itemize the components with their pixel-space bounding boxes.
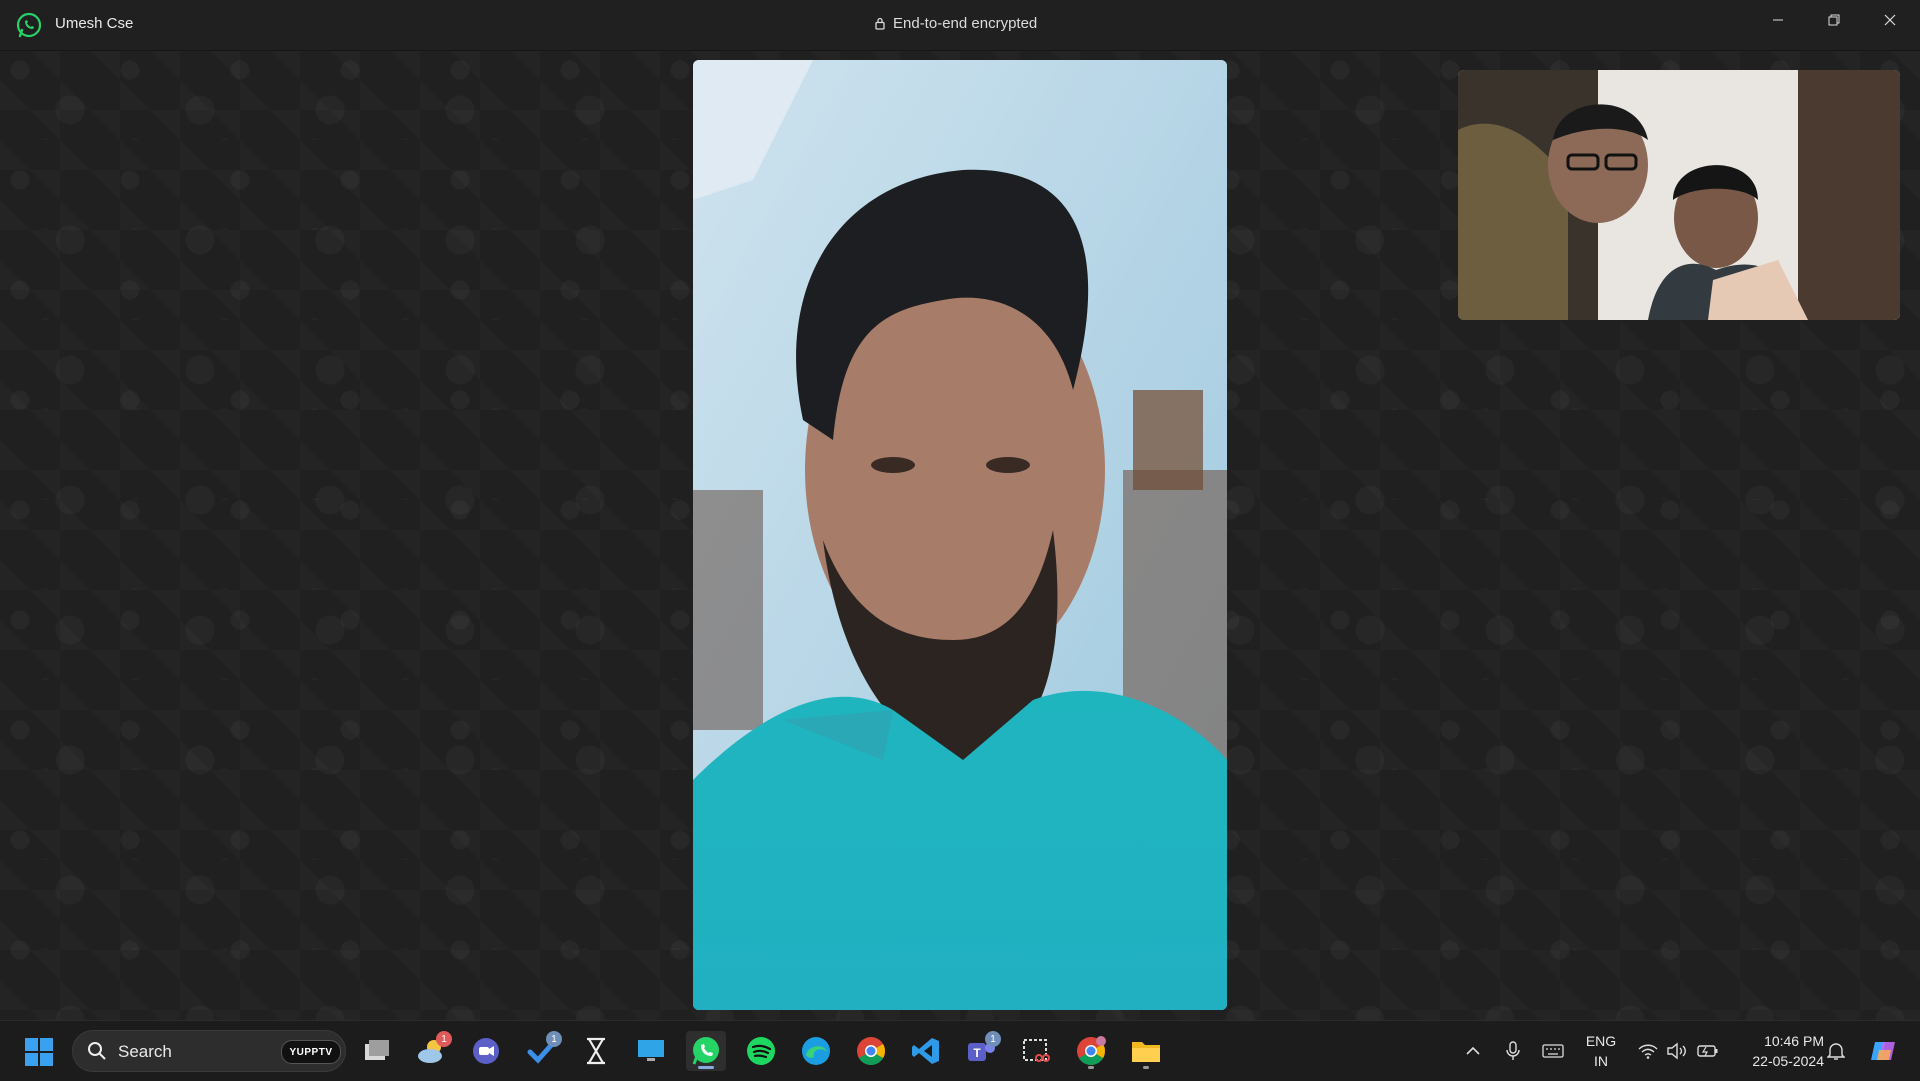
battery-icon — [1697, 1045, 1718, 1057]
copilot-button[interactable] — [1864, 1021, 1904, 1081]
bell-icon — [1827, 1043, 1845, 1060]
language-code: ENG — [1585, 1033, 1617, 1049]
chevron-up-icon — [1466, 1046, 1480, 1055]
self-video-frame — [1458, 70, 1900, 320]
contact-name: Umesh Cse — [55, 15, 134, 32]
speaker-icon — [1667, 1042, 1686, 1060]
chrome-icon — [857, 1037, 885, 1065]
restore-button[interactable] — [1806, 0, 1862, 40]
search-label: Search — [118, 1042, 172, 1061]
spotify-icon — [747, 1037, 775, 1065]
notifications-button[interactable] — [1822, 1021, 1850, 1081]
chrome-button[interactable] — [851, 1031, 891, 1071]
encryption-label: End-to-end encrypted — [893, 15, 1038, 32]
network-button[interactable] — [1636, 1021, 1660, 1081]
todo-button[interactable]: 1 — [522, 1031, 562, 1071]
restore-icon — [1828, 14, 1840, 26]
running-indicator — [1088, 1066, 1094, 1069]
taskbar: Search YUPPTV 1 1 T 1 ENG IN 10:46 PM 22… — [0, 1020, 1920, 1081]
snipping-tool-button[interactable] — [1016, 1031, 1056, 1071]
wifi-icon — [1638, 1044, 1658, 1059]
clock-time: 10:46 PM — [1764, 1033, 1824, 1049]
svg-text:T: T — [973, 1046, 981, 1060]
edge-button[interactable] — [796, 1031, 836, 1071]
minimize-icon — [1773, 19, 1783, 21]
copilot-icon — [1871, 1042, 1895, 1060]
microphone-button[interactable] — [1500, 1021, 1526, 1081]
remote-participant-video[interactable] — [693, 60, 1227, 1010]
volume-button[interactable] — [1664, 1021, 1690, 1081]
clock-date: 22-05-2024 — [1752, 1053, 1824, 1069]
self-preview-video[interactable] — [1458, 70, 1900, 320]
show-hidden-icons-button[interactable] — [1460, 1021, 1486, 1081]
desktop-icon — [638, 1040, 664, 1061]
teams-button[interactable]: T 1 — [961, 1031, 1001, 1071]
battery-button[interactable] — [1694, 1021, 1722, 1081]
snipping-tool-icon — [1023, 1039, 1050, 1062]
vscode-button[interactable] — [906, 1031, 946, 1071]
weather-button[interactable]: 1 — [412, 1031, 452, 1071]
microphone-icon — [1506, 1041, 1520, 1060]
title-bar: Umesh Cse End-to-end encrypted — [0, 0, 1920, 51]
remote-video-frame — [693, 60, 1227, 1010]
chrome-profile-button[interactable] — [1071, 1031, 1111, 1071]
whatsapp-taskbar-button[interactable] — [686, 1031, 726, 1071]
active-indicator — [698, 1066, 714, 1069]
whatsapp-icon — [692, 1037, 719, 1065]
search-highlight-badge: YUPPTV — [281, 1040, 341, 1064]
vscode-icon — [912, 1038, 939, 1064]
close-button[interactable] — [1862, 0, 1918, 40]
weather-badge: 1 — [436, 1031, 452, 1047]
teams-badge: 1 — [985, 1031, 1001, 1047]
zoom-button[interactable] — [466, 1031, 506, 1071]
zoom-icon — [473, 1038, 499, 1064]
close-icon — [1884, 14, 1896, 26]
spotify-button[interactable] — [741, 1031, 781, 1071]
file-explorer-icon — [1132, 1042, 1160, 1062]
edge-icon — [802, 1037, 830, 1065]
touch-keyboard-button[interactable] — [1538, 1021, 1568, 1081]
whatsapp-logo-icon — [16, 12, 42, 38]
clock[interactable]: 10:46 PM 22-05-2024 — [1734, 1031, 1824, 1071]
task-view-icon — [365, 1040, 389, 1060]
running-indicator — [1143, 1066, 1149, 1069]
hourglass-button[interactable] — [576, 1031, 616, 1071]
desktop-button[interactable] — [631, 1031, 671, 1071]
minimize-button[interactable] — [1750, 0, 1806, 40]
todo-badge: 1 — [546, 1031, 562, 1047]
task-view-button[interactable] — [357, 1031, 397, 1071]
chrome-profile-icon — [1077, 1036, 1106, 1065]
language-indicator[interactable]: ENG IN — [1580, 1031, 1622, 1071]
keyboard-icon — [1542, 1044, 1564, 1058]
encryption-status: End-to-end encrypted — [875, 15, 1037, 32]
search-icon — [88, 1042, 106, 1060]
taskbar-search-box[interactable]: Search YUPPTV — [72, 1030, 346, 1072]
region-code: IN — [1594, 1053, 1608, 1069]
windows-start-icon[interactable] — [24, 1037, 54, 1067]
lock-icon — [875, 17, 885, 30]
hourglass-icon — [587, 1037, 605, 1065]
file-explorer-button[interactable] — [1126, 1031, 1166, 1071]
